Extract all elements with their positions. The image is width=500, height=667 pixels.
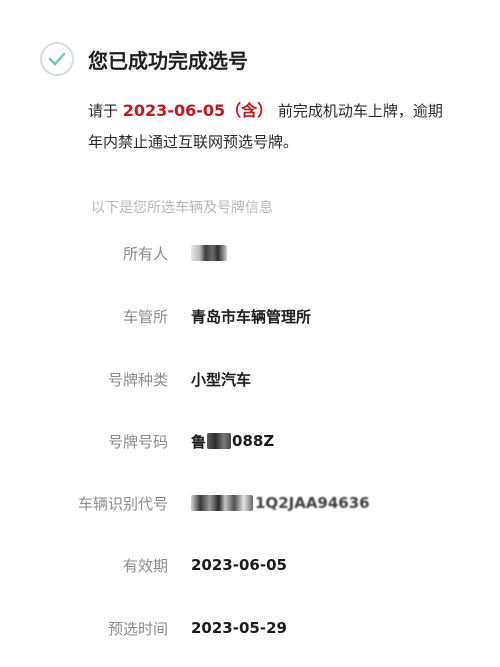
info-row-owner: 所有人 [0,241,500,265]
validity-label: 有效期 [122,556,168,575]
info-row-office: 车管所 青岛市车辆管理所 [0,304,500,328]
vin-label: 车辆识别代号 [77,494,168,513]
section-title: 以下是您所选车辆及号牌信息 [91,200,273,216]
check-circle-icon [40,42,74,76]
success-header: 您已成功完成选号 [40,42,248,76]
validity-value: 2023-06-05 [191,556,287,574]
info-row-plate-number: 号牌号码 鲁 088Z [0,429,500,453]
redacted-mosaic [191,495,253,511]
info-row-vin: 车辆识别代号 1Q2JAA94636 [0,491,500,515]
page-title: 您已成功完成选号 [88,48,248,73]
redacted-mosaic [191,245,227,261]
deadline-date: 2023-06-05（含） [122,101,274,120]
selection-time-value: 2023-05-29 [191,619,287,637]
notice-prefix: 请于 [88,102,123,120]
plate-suffix: 088Z [232,432,275,450]
plate-type-label: 号牌种类 [107,370,168,389]
office-value: 青岛市车辆管理所 [191,307,312,326]
plate-number-label: 号牌号码 [107,432,168,451]
info-row-selection-time: 预选时间 2023-05-29 [0,616,500,640]
info-row-plate-type: 号牌种类 小型汽车 [0,367,500,391]
plate-prefix: 鲁 [191,432,207,451]
plate-number-value: 鲁 088Z [191,431,274,452]
check-icon [48,52,66,66]
redacted-mosaic [207,433,232,449]
selection-time-label: 预选时间 [107,619,168,638]
vin-partial: 1Q2JAA94636 [255,494,370,512]
plate-type-value: 小型汽车 [191,370,252,389]
office-label: 车管所 [122,307,168,326]
vin-value: 1Q2JAA94636 [191,494,370,512]
notice-line-2: 年内禁止通过互联网预选号牌。 [88,133,299,151]
deadline-notice: 请于 2023-06-05（含） 前完成机动车上牌，逾期 年内禁止通过互联网预选… [88,95,500,158]
notice-line-1: 请于 2023-06-05（含） 前完成机动车上牌，逾期 [88,95,500,127]
info-row-validity: 有效期 2023-06-05 [0,553,500,577]
owner-label: 所有人 [122,244,168,263]
owner-value [191,245,227,261]
notice-suffix: 前完成机动车上牌，逾期 [273,102,443,120]
